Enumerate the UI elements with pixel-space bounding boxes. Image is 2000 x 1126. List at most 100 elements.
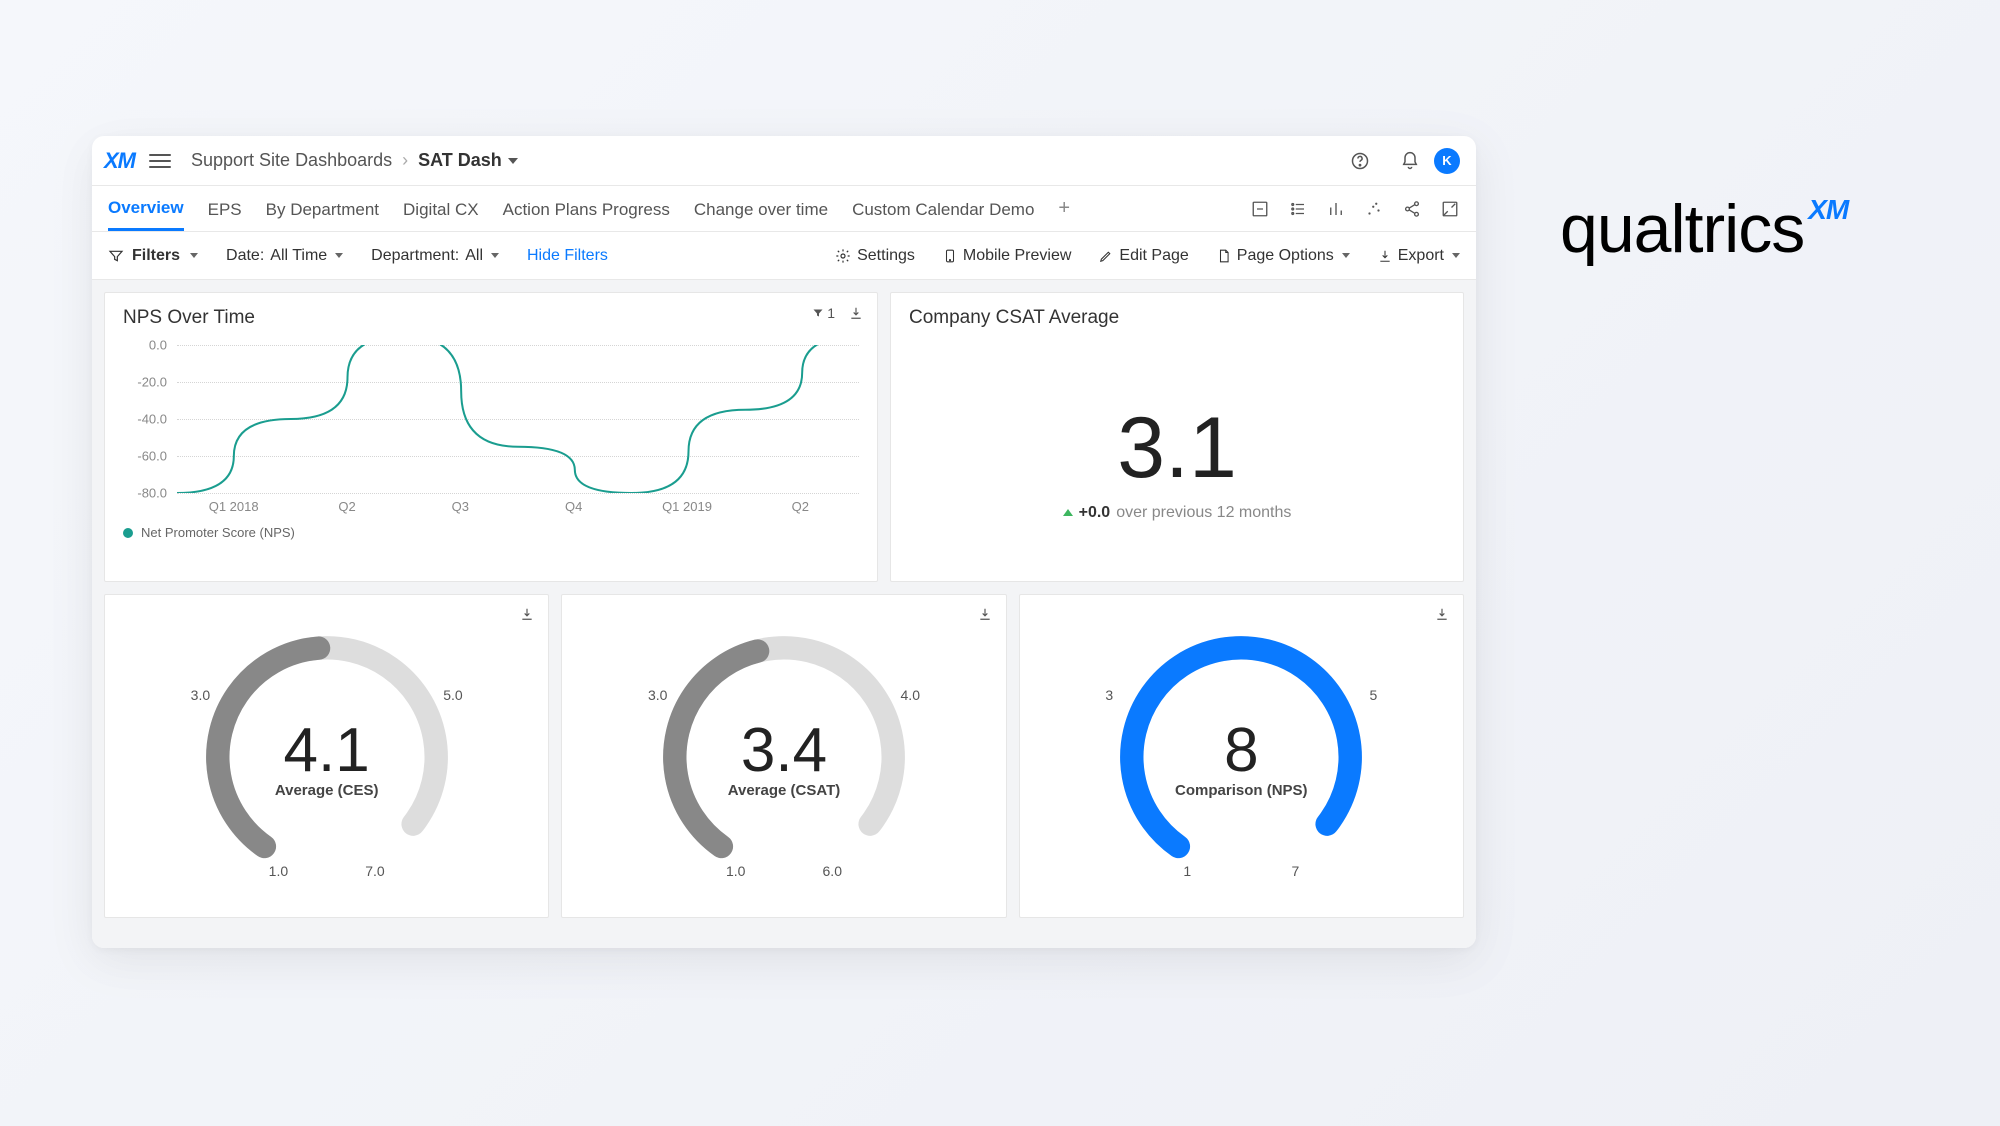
department-filter-value: All xyxy=(465,247,483,265)
card-title: NPS Over Time xyxy=(105,293,877,339)
gauge-max: 6.0 xyxy=(823,863,842,879)
brand-text: qualtrics xyxy=(1560,190,1804,268)
app-logo[interactable]: XM xyxy=(104,148,135,174)
csat-delta: +0.0 over previous 12 months xyxy=(1063,504,1292,522)
tab-overview[interactable]: Overview xyxy=(108,186,184,231)
gauge-tick-right: 4.0 xyxy=(901,687,920,703)
add-tab-button[interactable]: + xyxy=(1058,197,1070,220)
legend-dot-icon xyxy=(123,528,133,538)
avatar-initial: K xyxy=(1442,153,1451,168)
xtick: Q3 xyxy=(452,499,469,514)
csat-average-card: Company CSAT Average 3.1 +0.0 over previ… xyxy=(890,292,1464,582)
chevron-down-icon xyxy=(1342,253,1350,258)
gauge-label: Average (CSAT) xyxy=(728,782,841,799)
gauge-nps-card: 8 Comparison (NPS) 3 5 1 7 xyxy=(1019,594,1464,918)
ytick: -20.0 xyxy=(119,375,167,390)
chart-legend: Net Promoter Score (NPS) xyxy=(105,517,877,548)
gauge-value: 3.4 xyxy=(741,715,827,786)
pencil-icon xyxy=(1099,249,1113,263)
gauge-csat: 3.4 Average (CSAT) 3.0 4.0 1.0 6.0 xyxy=(654,627,914,887)
csat-delta-period: over previous 12 months xyxy=(1116,504,1291,522)
tab-action-plans[interactable]: Action Plans Progress xyxy=(503,188,670,230)
chevron-down-icon xyxy=(491,253,499,258)
tab-by-department[interactable]: By Department xyxy=(266,188,379,230)
ytick: -80.0 xyxy=(119,486,167,501)
chevron-down-icon xyxy=(508,158,518,164)
mobile-preview-button[interactable]: Mobile Preview xyxy=(943,247,1071,265)
gauge-csat-card: 3.4 Average (CSAT) 3.0 4.0 1.0 6.0 xyxy=(561,594,1006,918)
settings-label: Settings xyxy=(857,247,915,265)
chevron-down-icon xyxy=(190,253,198,258)
bar-chart-icon[interactable] xyxy=(1326,199,1346,219)
view-mode-icons xyxy=(1250,199,1460,219)
download-icon[interactable] xyxy=(520,607,534,621)
gauge-tick-left: 3.0 xyxy=(191,687,210,703)
card-view-icon[interactable] xyxy=(1250,199,1270,219)
hide-filters-link[interactable]: Hide Filters xyxy=(527,247,608,265)
legend-label: Net Promoter Score (NPS) xyxy=(141,525,295,540)
tab-change-over-time[interactable]: Change over time xyxy=(694,188,828,230)
breadcrumb-current[interactable]: SAT Dash xyxy=(418,150,518,171)
breadcrumb-current-label: SAT Dash xyxy=(418,150,502,171)
gauge-label: Average (CES) xyxy=(275,782,379,799)
csat-delta-value: +0.0 xyxy=(1079,504,1111,522)
nps-xaxis: Q1 2018Q2Q3Q4Q1 2019Q2 xyxy=(177,493,859,517)
up-arrow-icon xyxy=(1063,509,1073,516)
nps-line-chart: 0.0-20.0-40.0-60.0-80.0 xyxy=(177,345,859,493)
dashboard-canvas: NPS Over Time 1 0.0-20.0-40.0-60.0-80.0 … xyxy=(92,280,1476,948)
notifications-icon[interactable] xyxy=(1398,149,1422,173)
mobile-preview-label: Mobile Preview xyxy=(963,247,1071,265)
gauge-tick-left: 3.0 xyxy=(648,687,667,703)
gauge-label: Comparison (NPS) xyxy=(1175,782,1308,799)
page-options-button[interactable]: Page Options xyxy=(1217,247,1350,265)
breadcrumb: Support Site Dashboards › SAT Dash xyxy=(191,150,518,171)
date-filter[interactable]: Date: All Time xyxy=(226,247,343,265)
gauge-max: 7 xyxy=(1292,863,1300,879)
share-icon[interactable] xyxy=(1402,199,1422,219)
gauge-value: 8 xyxy=(1224,715,1258,786)
settings-button[interactable]: Settings xyxy=(835,247,915,265)
fullscreen-icon[interactable] xyxy=(1440,199,1460,219)
nps-over-time-card: NPS Over Time 1 0.0-20.0-40.0-60.0-80.0 … xyxy=(104,292,878,582)
chevron-down-icon xyxy=(335,253,343,258)
edit-page-button[interactable]: Edit Page xyxy=(1099,247,1188,265)
filters-button[interactable]: Filters xyxy=(108,247,198,265)
download-icon[interactable] xyxy=(1435,607,1449,621)
gauge-tick-right: 5.0 xyxy=(443,687,462,703)
filters-label: Filters xyxy=(132,247,180,265)
tab-eps[interactable]: EPS xyxy=(208,188,242,230)
gauge-min: 1.0 xyxy=(269,863,288,879)
gauge-max: 7.0 xyxy=(365,863,384,879)
ytick: 0.0 xyxy=(119,338,167,353)
csat-value: 3.1 xyxy=(1117,399,1237,498)
gauge-tick-left: 3 xyxy=(1105,687,1113,703)
tabs-row: Overview EPS By Department Digital CX Ac… xyxy=(92,186,1476,232)
date-filter-value: All Time xyxy=(270,247,327,265)
export-label: Export xyxy=(1398,247,1444,265)
download-icon[interactable] xyxy=(978,607,992,621)
card-filter-indicator[interactable]: 1 xyxy=(812,305,835,321)
help-icon[interactable] xyxy=(1348,149,1372,173)
xtick: Q1 2019 xyxy=(662,499,712,514)
page-options-label: Page Options xyxy=(1237,247,1334,265)
xtick: Q2 xyxy=(338,499,355,514)
tab-custom-calendar[interactable]: Custom Calendar Demo xyxy=(852,188,1034,230)
filters-toolbar: Filters Date: All Time Department: All H… xyxy=(92,232,1476,280)
filter-icon xyxy=(812,307,824,319)
chevron-right-icon: › xyxy=(402,150,408,171)
download-icon[interactable] xyxy=(849,305,863,321)
department-filter[interactable]: Department: All xyxy=(371,247,499,265)
gauge-value: 4.1 xyxy=(284,715,370,786)
avatar[interactable]: K xyxy=(1434,148,1460,174)
export-icon xyxy=(1378,248,1392,264)
export-button[interactable]: Export xyxy=(1378,247,1460,265)
ytick: -60.0 xyxy=(119,449,167,464)
menu-icon[interactable] xyxy=(149,154,171,168)
tab-digital-cx[interactable]: Digital CX xyxy=(403,188,479,230)
xtick: Q4 xyxy=(565,499,582,514)
list-view-icon[interactable] xyxy=(1288,199,1308,219)
gauge-tick-right: 5 xyxy=(1370,687,1378,703)
gauge-ces-card: 4.1 Average (CES) 3.0 5.0 1.0 7.0 xyxy=(104,594,549,918)
scatter-icon[interactable] xyxy=(1364,199,1384,219)
breadcrumb-parent[interactable]: Support Site Dashboards xyxy=(191,150,392,171)
